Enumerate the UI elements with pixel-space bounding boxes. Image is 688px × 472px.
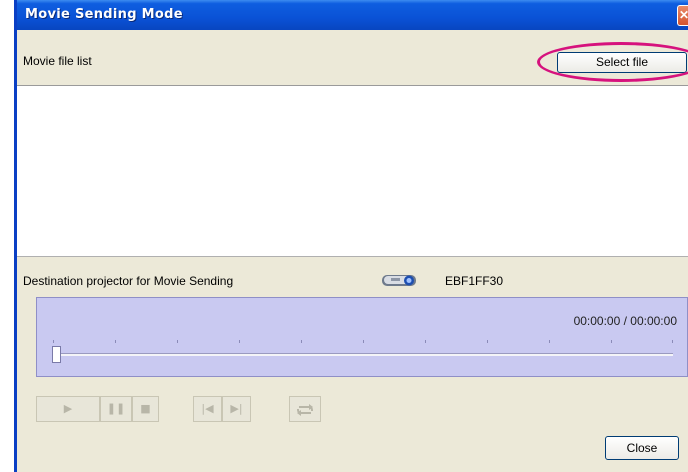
destination-projector-label: Destination projector for Movie Sending xyxy=(23,274,234,288)
slider-tick xyxy=(177,340,178,343)
previous-icon: |◀ xyxy=(201,402,214,415)
projector-name: EBF1FF30 xyxy=(445,274,504,288)
slider-tick xyxy=(425,340,426,343)
slider-tick xyxy=(115,340,116,343)
seek-track[interactable] xyxy=(53,353,673,356)
repeat-icon xyxy=(297,404,313,416)
seek-thumb[interactable] xyxy=(52,346,61,363)
title-bar[interactable]: Movie Sending Mode ✕ xyxy=(17,0,688,30)
movie-file-list[interactable] xyxy=(17,85,688,257)
pause-icon: ❚❚ xyxy=(106,402,126,415)
repeat-button[interactable] xyxy=(289,396,321,422)
slider-tick xyxy=(53,340,54,343)
slider-tick xyxy=(672,340,673,343)
next-button[interactable]: ▶| xyxy=(222,396,251,422)
slider-tick xyxy=(487,340,488,343)
close-icon[interactable]: ✕ xyxy=(677,5,688,26)
play-button[interactable]: ▶ xyxy=(36,396,100,422)
slider-tick xyxy=(363,340,364,343)
previous-button[interactable]: |◀ xyxy=(193,396,222,422)
movie-file-list-label: Movie file list xyxy=(23,54,92,68)
slider-ticks xyxy=(53,340,673,344)
slider-tick xyxy=(549,340,550,343)
player-panel: 00:00:00 / 00:00:00 xyxy=(36,297,688,377)
window-title: Movie Sending Mode xyxy=(25,7,183,22)
stop-button[interactable]: ■ xyxy=(132,396,159,422)
time-display: 00:00:00 / 00:00:00 xyxy=(573,314,677,328)
pause-button[interactable]: ❚❚ xyxy=(100,396,132,422)
highlight-ring xyxy=(537,42,688,82)
slider-tick xyxy=(611,340,612,343)
projector-icon xyxy=(382,275,416,286)
slider-tick xyxy=(301,340,302,343)
play-icon: ▶ xyxy=(63,402,73,415)
slider-tick xyxy=(239,340,240,343)
movie-sending-window: Movie Sending Mode ✕ Movie file list Sel… xyxy=(14,0,688,472)
next-icon: ▶| xyxy=(230,402,243,415)
close-button[interactable]: Close xyxy=(605,436,679,460)
stop-icon: ■ xyxy=(140,402,151,415)
